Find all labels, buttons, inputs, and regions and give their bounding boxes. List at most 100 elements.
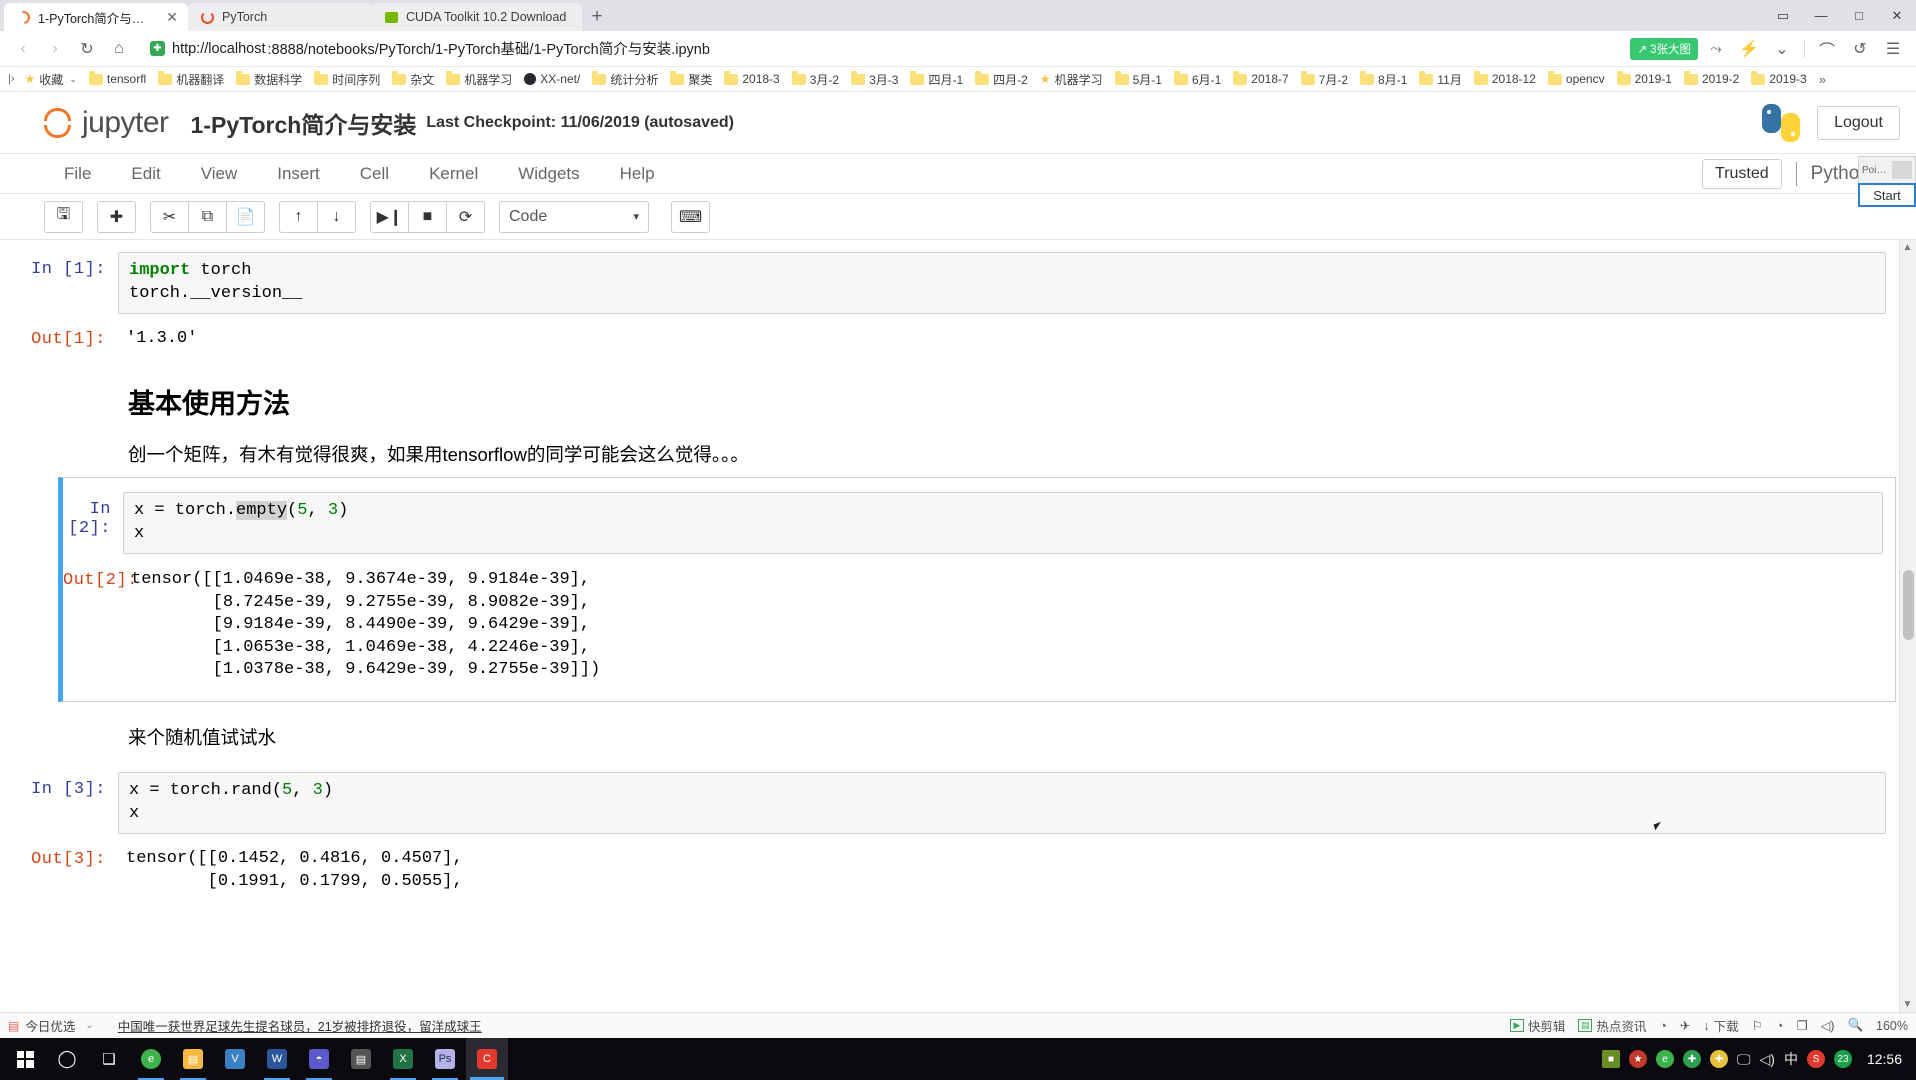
bookmark-item[interactable]: XX-net/ bbox=[518, 70, 586, 88]
bookmark-item[interactable]: 2019-2 bbox=[1678, 70, 1745, 88]
chevron-down-icon[interactable]: ⌄ bbox=[85, 1020, 93, 1031]
bookmark-favorites[interactable]: ★ 收藏 ⌄ bbox=[19, 69, 83, 90]
reload-icon[interactable]: ↻ bbox=[72, 34, 102, 64]
bookmark-item[interactable]: 8月-1 bbox=[1354, 69, 1413, 90]
stop-kernel-icon[interactable]: ■ bbox=[408, 200, 447, 233]
page-scrollbar[interactable]: ▲ ▼ bbox=[1899, 240, 1916, 1012]
cell-type-select[interactable]: Code ▾ bbox=[499, 200, 649, 233]
zoom-tool[interactable]: 🔍 bbox=[1847, 1018, 1863, 1033]
bookmark-item[interactable]: 四月-2 bbox=[969, 69, 1034, 90]
bookmark-item[interactable]: 统计分析 bbox=[586, 69, 664, 90]
back-icon[interactable]: ‹ bbox=[8, 34, 38, 64]
code-editor[interactable]: import torch torch.__version__ bbox=[118, 252, 1886, 314]
close-icon[interactable]: ✕ bbox=[166, 9, 178, 26]
start-button[interactable]: Start bbox=[1858, 183, 1916, 207]
code-editor[interactable]: x = torch.rand(5, 3) x bbox=[118, 772, 1886, 835]
move-up-icon[interactable]: ↑ bbox=[279, 200, 318, 233]
history-icon[interactable]: ↺ bbox=[1845, 34, 1875, 64]
shield-tray-icon[interactable]: ✚ bbox=[1683, 1050, 1702, 1068]
browser-tab-1[interactable]: PyTorch bbox=[188, 3, 372, 31]
code-editor[interactable]: x = torch.empty(5, 3) x bbox=[123, 492, 1883, 555]
bookmark-item[interactable]: 机器翻译 bbox=[152, 69, 230, 90]
bookmark-item[interactable]: 2019-1 bbox=[1611, 70, 1678, 88]
taskbar-item-terminal[interactable]: ▤ bbox=[340, 1038, 382, 1080]
notebook-name[interactable]: 1-PyTorch简介与安装 bbox=[191, 106, 417, 140]
hot-news-tool[interactable]: ▤ 热点资讯 bbox=[1578, 1016, 1646, 1035]
browser-tab-0[interactable]: 1-PyTorch简介与安装 ✕ bbox=[4, 3, 188, 31]
move-down-icon[interactable]: ↓ bbox=[317, 200, 356, 233]
speed-tool[interactable]: ◔ bbox=[1659, 1019, 1667, 1033]
bookmark-item[interactable]: 四月-1 bbox=[904, 69, 969, 90]
minimize-icon[interactable]: — bbox=[1802, 0, 1840, 31]
bookmark-item[interactable]: 6月-1 bbox=[1168, 69, 1227, 90]
volume-tool[interactable]: ◁) bbox=[1821, 1018, 1835, 1033]
bookmark-item[interactable]: 聚类 bbox=[664, 69, 718, 90]
bookmark-item[interactable]: 时间序列 bbox=[308, 69, 386, 90]
new-tab-button[interactable]: + bbox=[582, 3, 612, 31]
menu-help[interactable]: Help bbox=[600, 164, 675, 184]
taskbar-item-foxmail[interactable]: V bbox=[214, 1038, 256, 1080]
news-headline-link[interactable]: 中国唯一获世界足球先生提名球员，21岁被排挤退役，留洋成球王 bbox=[118, 1016, 482, 1035]
menu-view[interactable]: View bbox=[181, 164, 258, 184]
counter-tray-icon[interactable]: 23 bbox=[1833, 1050, 1852, 1068]
network-tray-icon[interactable]: 🖵 bbox=[1737, 1051, 1751, 1068]
nvidia-tray-icon[interactable]: ■ bbox=[1602, 1050, 1621, 1068]
menu-file[interactable]: File bbox=[44, 164, 111, 184]
menu-kernel[interactable]: Kernel bbox=[409, 164, 498, 184]
volume-tray-icon[interactable]: ◁) bbox=[1760, 1051, 1775, 1068]
taskbar-clock[interactable]: 12:56 bbox=[1861, 1051, 1902, 1067]
taskbar-item-active-browser[interactable]: C bbox=[466, 1038, 508, 1080]
bookmark-item[interactable]: 数据科学 bbox=[230, 69, 308, 90]
cortana-button[interactable]: ◯ bbox=[46, 1038, 88, 1080]
restore-icon[interactable]: ▭ bbox=[1764, 0, 1802, 31]
bookmark-item[interactable]: 5月-1 bbox=[1109, 69, 1168, 90]
code-cell-2-selected[interactable]: In [2]: x = torch.empty(5, 3) x Out[2]: t… bbox=[58, 477, 1896, 703]
shield-tool[interactable]: ◔ bbox=[1776, 1019, 1784, 1033]
sogou-tray-icon[interactable]: S bbox=[1806, 1050, 1825, 1068]
start-menu-button[interactable] bbox=[4, 1038, 46, 1080]
scroll-up-icon[interactable]: ▲ bbox=[1901, 242, 1914, 253]
ime-tray-icon[interactable]: 中 bbox=[1784, 1049, 1798, 1069]
run-cell-icon[interactable]: ▶❙ bbox=[370, 200, 409, 233]
copy-icon[interactable]: ⧉ bbox=[188, 200, 227, 233]
image-count-badge[interactable]: ↗ 3张大图 bbox=[1630, 37, 1698, 60]
taskbar-item-excel[interactable]: X bbox=[382, 1038, 424, 1080]
address-bar[interactable]: ✚ http://localhost :8888/notebooks/PyTor… bbox=[144, 35, 1629, 62]
bookmark-item[interactable]: 2018-7 bbox=[1227, 70, 1294, 88]
flag-tool[interactable]: ⚐ bbox=[1752, 1018, 1763, 1033]
jupyter-logo[interactable]: jupyter bbox=[40, 105, 169, 141]
menu-edit[interactable]: Edit bbox=[111, 164, 180, 184]
menu-widgets[interactable]: Widgets bbox=[498, 164, 599, 184]
cut-icon[interactable]: ✂ bbox=[150, 200, 189, 233]
bookmarks-overflow-left-icon[interactable]: |› bbox=[4, 73, 19, 85]
zoom-level-label[interactable]: 160% bbox=[1876, 1019, 1908, 1033]
lightning-icon[interactable]: ⚡ bbox=[1734, 34, 1764, 64]
news-brand[interactable]: ▤ 今日优选 bbox=[8, 1016, 75, 1035]
add-cell-icon[interactable]: ✚ bbox=[97, 200, 136, 233]
bookmark-item[interactable]: 3月-2 bbox=[786, 69, 845, 90]
chevron-down-icon[interactable]: ⌄ bbox=[1767, 34, 1797, 64]
browser-menu-icon[interactable]: ☰ bbox=[1878, 34, 1908, 64]
markdown-cell-1[interactable]: 基本使用方法 bbox=[0, 382, 1916, 421]
logout-button[interactable]: Logout bbox=[1817, 105, 1900, 140]
bookmark-item[interactable]: 2018-3 bbox=[718, 70, 785, 88]
bookmark-item[interactable]: 2018-12 bbox=[1468, 70, 1542, 88]
window-tool[interactable]: ❐ bbox=[1796, 1018, 1807, 1033]
code-cell-2-input-row[interactable]: In [2]: x = torch.empty(5, 3) x bbox=[63, 492, 1895, 555]
bookmark-item[interactable]: opencv bbox=[1542, 70, 1611, 88]
bookmark-item[interactable]: 11月 bbox=[1413, 69, 1467, 90]
taskbar-item-paint[interactable]: ◓ bbox=[298, 1038, 340, 1080]
bookmark-item[interactable]: tensorfl bbox=[83, 70, 152, 88]
bookmark-item[interactable]: 机器学习 bbox=[440, 69, 518, 90]
trusted-badge[interactable]: Trusted bbox=[1702, 158, 1782, 189]
forward-icon[interactable]: › bbox=[40, 34, 70, 64]
code-cell-1[interactable]: In [1]: import torch torch.__version__ bbox=[0, 252, 1916, 314]
rocket-tool[interactable]: ✈ bbox=[1680, 1018, 1690, 1033]
bookmarks-overflow-icon[interactable]: » bbox=[1813, 72, 1832, 87]
bookmark-item[interactable]: 2019-3 bbox=[1745, 70, 1812, 88]
browser-tab-2[interactable]: CUDA Toolkit 10.2 Download bbox=[372, 3, 582, 31]
taskbar-item-explorer[interactable]: ▤ bbox=[172, 1038, 214, 1080]
code-cell-3[interactable]: In [3]: x = torch.rand(5, 3) x bbox=[0, 772, 1916, 835]
menu-insert[interactable]: Insert bbox=[257, 164, 340, 184]
menu-cell[interactable]: Cell bbox=[340, 164, 409, 184]
